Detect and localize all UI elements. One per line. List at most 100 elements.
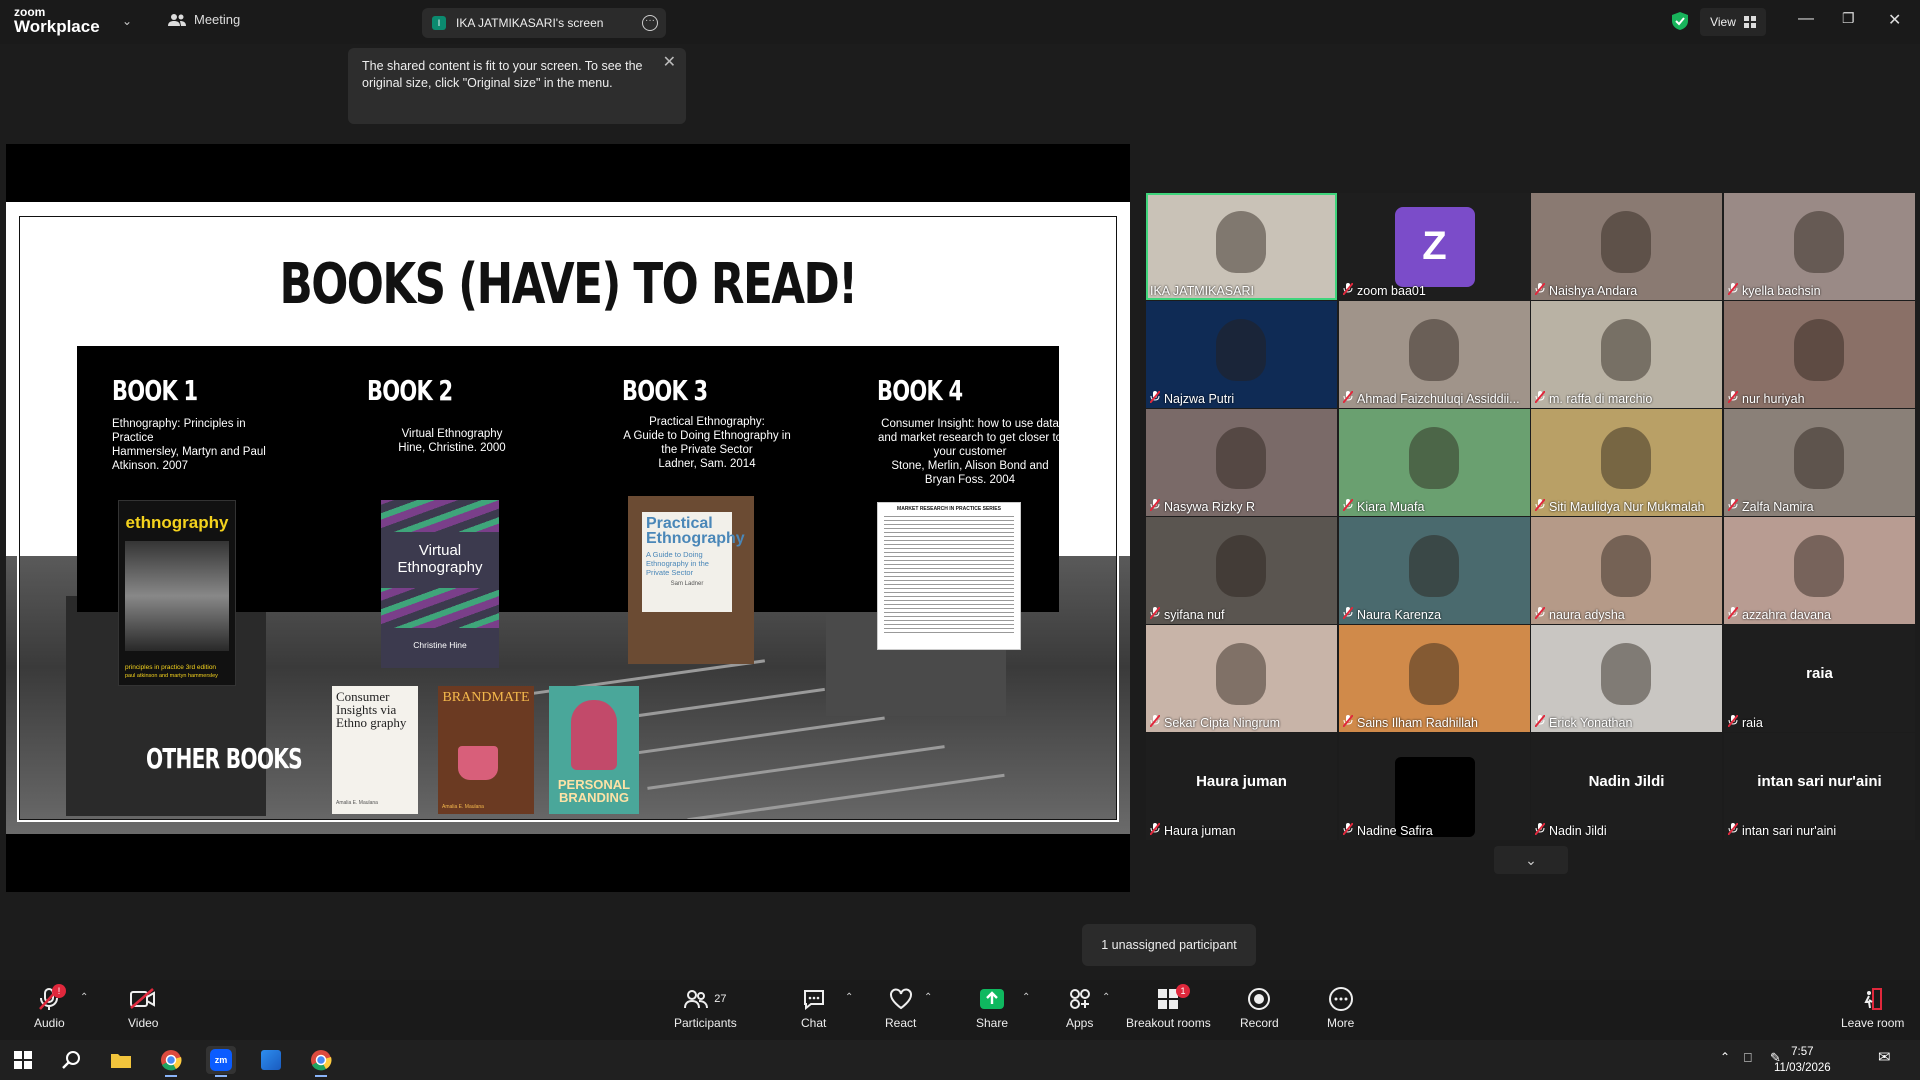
participant-name-label: Sains Ilham Radhillah — [1342, 714, 1478, 730]
participant-tile[interactable]: Erick Yonathan — [1531, 625, 1722, 732]
participant-name-label: IKA JATMIKASARI — [1150, 284, 1254, 298]
windows-taskbar: zm ⌃ ⎕ ✎ 7:57 11/03/2026 ✉ — [0, 1040, 1920, 1080]
participant-tile[interactable]: syifana nuf — [1146, 517, 1337, 624]
participant-name: Najzwa Putri — [1164, 391, 1235, 406]
muted-mic-icon — [1149, 606, 1161, 622]
participant-tile[interactable]: kyella bachsin — [1724, 193, 1915, 300]
participant-name-label: naura adysha — [1534, 606, 1625, 622]
participant-tile[interactable]: IKA JATMIKASARI — [1146, 193, 1337, 300]
participant-name-label: Kiara Muafa — [1342, 498, 1425, 514]
close-tooltip-icon[interactable]: ✕ — [663, 54, 676, 71]
muted-mic-icon — [1727, 390, 1739, 406]
participant-tile[interactable]: intan sari nur'aini intan sari nur'aini — [1724, 733, 1915, 840]
participant-tile[interactable]: naura adysha — [1531, 517, 1722, 624]
react-button[interactable]: React — [885, 986, 916, 1030]
shared-screen-tab[interactable]: I IKA JATMIKASARI's screen ··· — [422, 8, 666, 38]
participant-tile[interactable]: Nadin Jildi Nadin Jildi — [1531, 733, 1722, 840]
minimize-icon[interactable]: — — [1798, 10, 1814, 28]
system-clock[interactable]: 7:57 11/03/2026 — [1774, 1044, 1831, 1076]
audio-button[interactable]: Audio ! — [34, 984, 66, 1030]
show-hidden-icons-chevron[interactable]: ⌃ — [1720, 1050, 1730, 1064]
more-options-icon[interactable]: ··· — [642, 15, 658, 31]
file-explorer-icon[interactable] — [106, 1046, 136, 1074]
video-button[interactable]: Video — [128, 986, 158, 1030]
security-shield-icon[interactable] — [1670, 11, 1690, 31]
participant-name-label: intan sari nur'aini — [1727, 822, 1837, 838]
muted-mic-icon — [1727, 498, 1739, 514]
heart-icon — [889, 988, 912, 1010]
chevron-down-icon[interactable]: ⌄ — [122, 14, 132, 28]
chat-options-caret[interactable]: ⌃ — [845, 992, 853, 1003]
participant-name-label: Siti Maulidya Nur Mukmalah — [1534, 498, 1705, 514]
zoom-taskbar-icon[interactable]: zm — [206, 1046, 236, 1077]
participant-tile[interactable]: Najzwa Putri — [1146, 301, 1337, 408]
apps-options-caret[interactable]: ⌃ — [1102, 992, 1110, 1003]
participant-tile[interactable]: Nasywa Rizky R — [1146, 409, 1337, 516]
participant-tile[interactable]: Naura Karenza — [1339, 517, 1530, 624]
participant-tile[interactable]: Siti Maulidya Nur Mukmalah — [1531, 409, 1722, 516]
meeting-label: Meeting — [194, 12, 241, 27]
view-label: View — [1710, 15, 1736, 29]
network-icon[interactable]: ⎕ — [1744, 1050, 1752, 1066]
participant-video — [1601, 643, 1651, 705]
participant-tile[interactable]: raia raia — [1724, 625, 1915, 732]
muted-mic-icon — [1342, 498, 1354, 514]
chat-icon — [803, 990, 824, 1010]
photos-app-icon[interactable] — [256, 1046, 286, 1074]
zoom-workplace-logo[interactable]: zoom Workplace — [14, 6, 100, 35]
chrome-profile-icon[interactable] — [306, 1046, 336, 1077]
logo-line2: Workplace — [14, 17, 100, 36]
participant-name: azzahra davana — [1742, 607, 1831, 622]
participant-name: nur huriyah — [1742, 391, 1805, 406]
participant-name: intan sari nur'aini — [1742, 823, 1837, 838]
fit-screen-tooltip: The shared content is fit to your screen… — [348, 48, 686, 124]
participant-tile[interactable]: Zzoom baa01 — [1339, 193, 1530, 300]
more-button[interactable]: More — [1327, 986, 1354, 1030]
muted-mic-icon — [1727, 606, 1739, 622]
participant-tile[interactable]: m. raffa di marchio — [1531, 301, 1722, 408]
participant-tile[interactable]: Haura juman Haura juman — [1146, 733, 1337, 840]
chat-button[interactable]: Chat — [801, 986, 826, 1030]
participant-tile[interactable]: Nadine Safira — [1339, 733, 1530, 840]
share-button[interactable]: Share — [976, 986, 1008, 1030]
chrome-icon[interactable] — [156, 1046, 186, 1077]
react-options-caret[interactable]: ⌃ — [924, 992, 932, 1003]
participant-tile[interactable]: Sains Ilham Radhillah — [1339, 625, 1530, 732]
unassigned-participant-tooltip: 1 unassigned participant — [1082, 924, 1256, 966]
video-label: Video — [128, 1016, 159, 1030]
participant-tile[interactable]: Naishya Andara — [1531, 193, 1722, 300]
participant-name: Haura juman — [1164, 823, 1236, 838]
leave-room-button[interactable]: Leave room — [1841, 986, 1904, 1030]
search-icon[interactable] — [56, 1046, 86, 1074]
close-window-icon[interactable]: ✕ — [1888, 10, 1901, 30]
participant-tile[interactable]: Sekar Cipta Ningrum — [1146, 625, 1337, 732]
participant-tile[interactable]: nur huriyah — [1724, 301, 1915, 408]
share-options-caret[interactable]: ⌃ — [1022, 992, 1030, 1003]
participant-name-label: raia — [1727, 714, 1763, 730]
participant-video — [1601, 319, 1651, 381]
participant-tile[interactable]: Ahmad Faizchuluqi Assiddii... — [1339, 301, 1530, 408]
participant-video — [1794, 211, 1844, 273]
gallery-scroll-down-button[interactable]: ⌄ — [1494, 846, 1568, 874]
participant-name-label: Erick Yonathan — [1534, 714, 1632, 730]
participant-tile[interactable]: Kiara Muafa — [1339, 409, 1530, 516]
muted-mic-icon — [1149, 714, 1161, 730]
restore-icon[interactable]: ❐ — [1842, 10, 1855, 27]
more-label: More — [1327, 1016, 1355, 1030]
apps-button[interactable]: Apps — [1066, 986, 1093, 1030]
participant-tile[interactable]: azzahra davana — [1724, 517, 1915, 624]
windows-start-icon[interactable] — [8, 1046, 38, 1074]
apps-label: Apps — [1066, 1016, 1094, 1030]
participant-tile[interactable]: Zalfa Namira — [1724, 409, 1915, 516]
participants-button[interactable]: 27 Participants — [674, 986, 737, 1030]
record-button[interactable]: Record — [1240, 986, 1279, 1030]
participant-name-label: m. raffa di marchio — [1534, 390, 1652, 406]
screen-tab-label: IKA JATMIKASARI's screen — [456, 16, 604, 30]
participant-name: Kiara Muafa — [1357, 499, 1425, 514]
view-button[interactable]: View — [1700, 8, 1766, 36]
more-icon — [1328, 987, 1353, 1011]
notification-icon[interactable]: ✉ — [1878, 1048, 1891, 1066]
audio-options-caret[interactable]: ⌃ — [80, 992, 88, 1003]
meeting-button[interactable]: Meeting — [168, 12, 240, 27]
breakout-rooms-button[interactable]: Breakout rooms 1 — [1126, 984, 1211, 1030]
